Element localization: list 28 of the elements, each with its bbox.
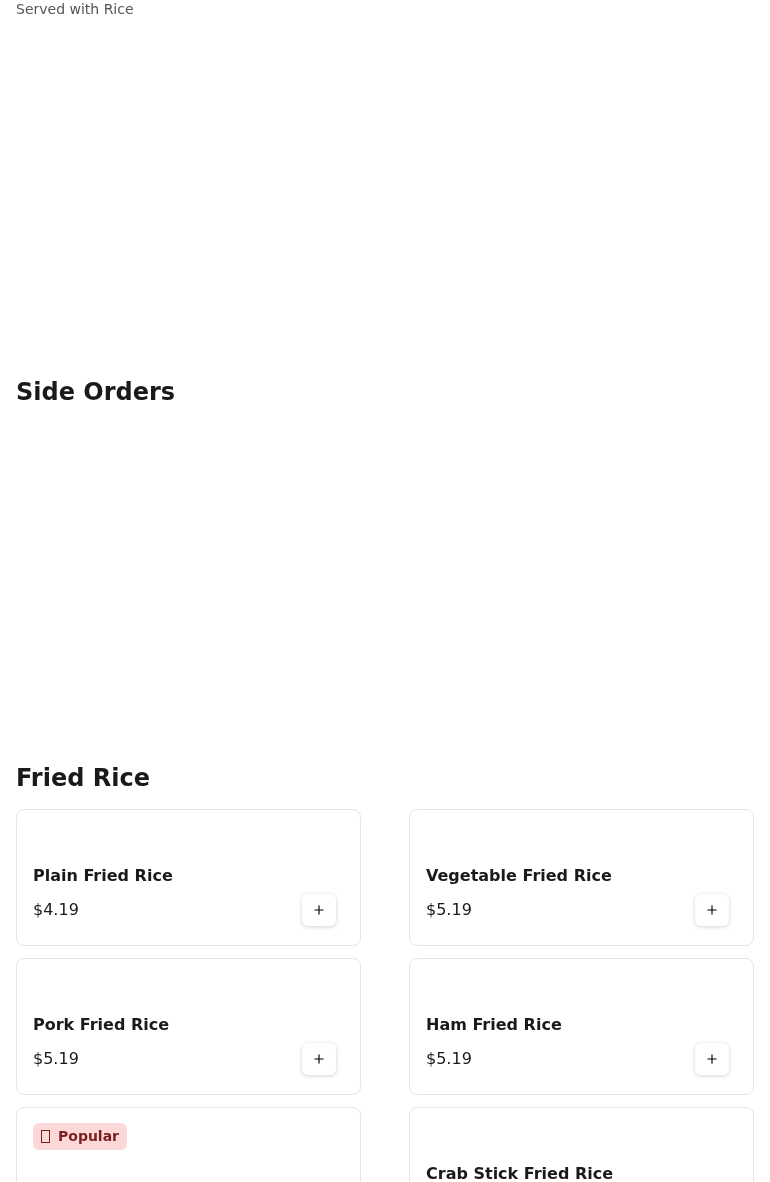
item-price: $4.19 — [33, 900, 79, 920]
item-price: $5.19 — [33, 1049, 79, 1069]
menu-item-card[interactable]: Popular — [16, 1107, 361, 1182]
plus-icon — [312, 1052, 326, 1066]
add-button[interactable] — [302, 1043, 336, 1075]
item-name: Plain Fried Rice — [33, 866, 174, 886]
badge-icon — [41, 1129, 50, 1143]
add-button[interactable] — [302, 894, 336, 926]
badge-label: Popular — [58, 1127, 120, 1146]
plus-icon — [705, 1052, 719, 1066]
item-price: $5.19 — [426, 1049, 472, 1069]
menu-item-card[interactable]: Pork Fried Rice $5.19 — [16, 958, 361, 1095]
item-name: Vegetable Fried Rice — [426, 866, 613, 886]
menu-item-card[interactable]: Vegetable Fried Rice $5.19 — [409, 809, 754, 946]
menu-item-card[interactable]: Plain Fried Rice $4.19 — [16, 809, 361, 946]
item-name: Ham Fried Rice — [426, 1015, 563, 1035]
plus-icon — [312, 903, 326, 917]
menu-item-card[interactable]: Crab Stick Fried Rice — [409, 1107, 754, 1182]
item-price: $5.19 — [426, 900, 472, 920]
item-name: Pork Fried Rice — [33, 1015, 171, 1035]
add-button[interactable] — [695, 1043, 729, 1075]
section-heading: Side Orders — [16, 378, 177, 406]
section-heading: Fried Rice — [16, 764, 151, 792]
item-name: Crab Stick Fried Rice — [426, 1164, 615, 1182]
plus-icon — [705, 903, 719, 917]
section-description: Served with Rice — [16, 0, 135, 17]
menu-item-card[interactable]: Ham Fried Rice $5.19 — [409, 958, 754, 1095]
add-button[interactable] — [695, 894, 729, 926]
